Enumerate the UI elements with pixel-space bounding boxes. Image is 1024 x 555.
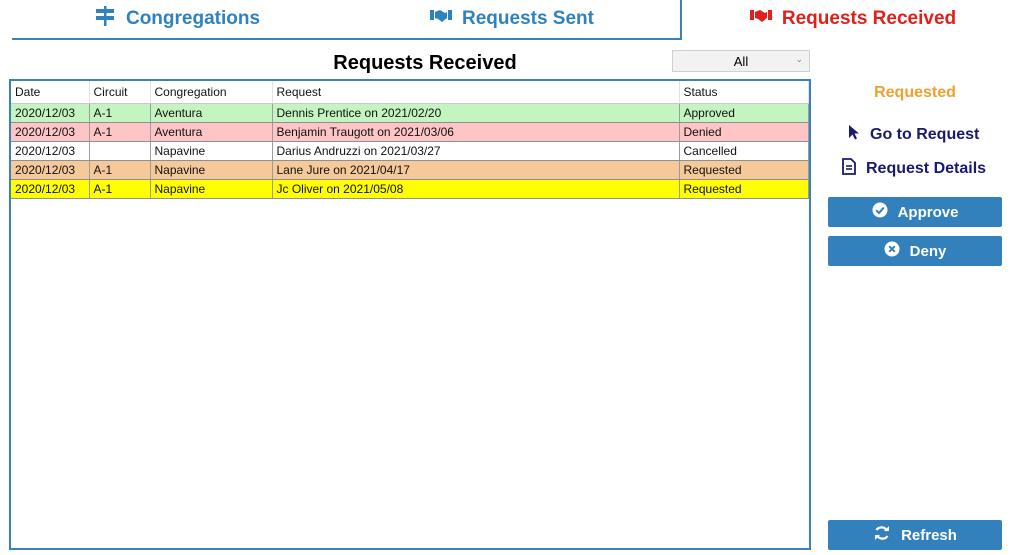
deny-label: Deny <box>909 242 947 260</box>
column-header-request[interactable]: Request <box>272 81 680 104</box>
refresh-label: Refresh <box>901 526 957 544</box>
table-row[interactable]: 2020/12/03 Napavine Darius Andruzzi on 2… <box>11 141 809 161</box>
go-to-request-label: Go to Request <box>870 125 980 143</box>
cell-request: Lane Jure on 2021/04/17 <box>272 160 680 180</box>
cell-circuit: A-1 <box>89 179 151 199</box>
request-details-button[interactable]: Request Details <box>842 158 986 180</box>
document-icon <box>842 158 866 180</box>
cell-status: Cancelled <box>679 141 809 161</box>
cell-status: Approved <box>679 103 809 123</box>
tab-requests-received-label: Requests Received <box>781 8 957 29</box>
tab-requests-sent[interactable]: Requests Sent <box>342 0 682 38</box>
cell-circuit: A-1 <box>89 160 151 180</box>
cell-congregation: Napavine <box>150 179 273 199</box>
cell-circuit <box>89 141 151 161</box>
column-header-congregation[interactable]: Congregation <box>150 81 273 104</box>
cell-status: Denied <box>679 122 809 142</box>
sync-icon <box>873 525 901 545</box>
table-row-selected[interactable]: 2020/12/03 A-1 Napavine Jc Oliver on 202… <box>11 179 809 199</box>
table-header-row: Date Circuit Congregation Request Status <box>11 81 809 104</box>
deny-button[interactable]: Deny <box>828 236 1002 266</box>
cell-circuit: A-1 <box>89 103 151 123</box>
cell-status: Requested <box>679 160 809 180</box>
table-row[interactable]: 2020/12/03 A-1 Aventura Dennis Prentice … <box>11 103 809 123</box>
handshake-icon <box>749 8 782 30</box>
cell-congregation: Napavine <box>150 141 273 161</box>
tab-bar: Congregations Requests Sent Requests Rec… <box>0 0 1024 40</box>
cell-congregation: Napavine <box>150 160 273 180</box>
selected-status-label: Requested <box>874 84 956 101</box>
column-header-date[interactable]: Date <box>11 81 90 104</box>
cell-congregation: Aventura <box>150 103 273 123</box>
filter-dropdown[interactable]: All ⌄ <box>672 50 810 72</box>
column-header-status[interactable]: Status <box>679 81 809 104</box>
table-row[interactable]: 2020/12/03 A-1 Aventura Benjamin Traugot… <box>11 122 809 142</box>
cursor-arrow-icon <box>848 124 870 145</box>
tab-requests-sent-label: Requests Sent <box>462 8 594 29</box>
tab-congregations-label: Congregations <box>125 8 261 29</box>
column-header-circuit[interactable]: Circuit <box>89 81 151 104</box>
approve-button[interactable]: Approve <box>828 197 1002 227</box>
cell-congregation: Aventura <box>150 122 273 142</box>
tab-congregations[interactable]: Congregations <box>12 0 342 38</box>
cell-circuit: A-1 <box>89 122 151 142</box>
table-row[interactable]: 2020/12/03 A-1 Napavine Lane Jure on 202… <box>11 160 809 180</box>
requests-table: Date Circuit Congregation Request Status… <box>9 79 811 550</box>
filter-value: All <box>733 53 749 69</box>
tab-requests-received[interactable]: Requests Received <box>682 0 1024 38</box>
chevron-down-icon: ⌄ <box>795 54 803 64</box>
cell-request: Darius Andruzzi on 2021/03/27 <box>272 141 680 161</box>
cell-status: Requested <box>679 179 809 199</box>
signpost-icon <box>94 5 126 33</box>
page-title: Requests Received <box>333 52 517 74</box>
cell-request: Dennis Prentice on 2021/02/20 <box>272 103 680 123</box>
cell-date: 2020/12/03 <box>11 141 90 161</box>
cell-date: 2020/12/03 <box>11 122 90 142</box>
refresh-button[interactable]: Refresh <box>828 520 1002 550</box>
go-to-request-button[interactable]: Go to Request <box>848 124 979 145</box>
x-circle-icon <box>884 241 910 261</box>
cell-request: Jc Oliver on 2021/05/08 <box>272 179 680 199</box>
cell-date: 2020/12/03 <box>11 160 90 180</box>
cell-date: 2020/12/03 <box>11 179 90 199</box>
approve-label: Approve <box>897 203 959 221</box>
handshake-icon <box>430 8 462 30</box>
check-circle-icon <box>872 202 898 222</box>
cell-request: Benjamin Traugott on 2021/03/06 <box>272 122 680 142</box>
request-details-label: Request Details <box>866 160 987 177</box>
cell-date: 2020/12/03 <box>11 103 90 123</box>
